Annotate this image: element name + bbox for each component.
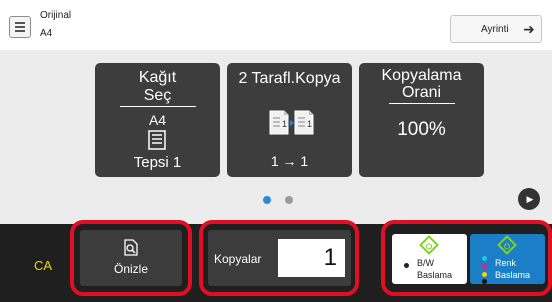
svg-text:1: 1 [307,119,312,129]
highlight-frame-start [381,220,552,296]
copy-ratio-value: 100% [397,119,446,140]
paper-select-title-line1: Kağıt [138,69,177,86]
highlight-frame-preview [70,220,192,296]
copy-screen: Orijinal A4 Ayrinti ➜ Kağıt Seç A4 Tepsi… [0,0,552,302]
original-label: Orijinal [40,10,72,21]
copy-ratio-tile[interactable]: Kopyalama Orani 100% [359,63,484,177]
detail-button[interactable]: Ayrinti ➜ [450,15,542,43]
original-size: A4 [40,28,53,39]
paper-size: A4 [148,112,167,128]
duplex-copy-tile[interactable]: 2 Tarafl.Kopya 1 1 1 → 1 [227,63,352,177]
svg-text:1: 1 [282,119,287,129]
copy-ratio-title-line2: Orani [401,84,442,101]
title-underline [389,103,455,104]
paper-tray-icon [148,130,166,150]
paper-select-tile[interactable]: Kağıt Seç A4 Tepsi 1 [95,63,220,177]
original-document-icon[interactable] [9,16,31,38]
highlight-frame-copies [199,220,359,296]
duplex-mode: 1 → 1 [270,153,309,169]
duplex-copy-title: 2 Tarafl.Kopya [238,70,341,87]
pager-dot-active[interactable] [263,196,271,204]
next-page-icon[interactable]: ▶ [518,188,540,210]
copy-ratio-title-line1: Kopyalama [381,67,462,84]
title-underline [120,106,196,107]
arrow-right-icon: ➜ [523,21,535,37]
top-bar: Orijinal A4 Ayrinti ➜ [0,0,552,50]
paper-tray: Tepsi 1 [133,154,182,171]
detail-button-label: Ayrinti [481,24,509,35]
paper-select-title-line2: Seç [143,87,172,104]
pager-dot[interactable] [285,196,293,204]
duplex-copy-icon: 1 1 [269,110,314,135]
